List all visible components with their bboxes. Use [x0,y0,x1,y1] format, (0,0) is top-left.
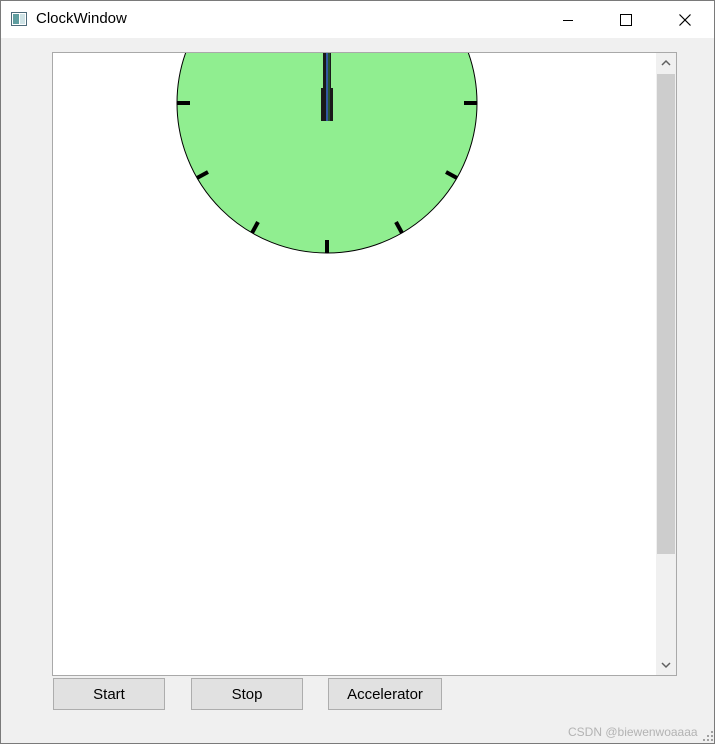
maximize-button[interactable] [597,1,655,38]
scroll-down-button[interactable] [656,655,676,675]
clock-canvas [176,53,478,254]
title-bar[interactable]: ClockWindow [1,1,714,38]
close-button[interactable] [656,1,714,38]
watermark-text: CSDN @biewenwoaaaa [568,725,698,739]
clock-scroll-area[interactable] [52,52,677,676]
scroll-up-button[interactable] [656,53,676,73]
clock-window: ClockWindow Start Stop Accelerator CSDN … [0,0,715,744]
accelerator-button[interactable]: Accelerator [328,678,442,710]
vertical-scrollbar[interactable] [656,53,676,675]
chevron-up-icon [661,59,671,66]
resize-grip-icon[interactable] [702,730,714,742]
chevron-down-icon [661,662,671,669]
minimize-button[interactable] [539,1,597,38]
start-button[interactable]: Start [53,678,165,710]
app-icon [11,12,27,26]
close-icon [679,13,691,26]
window-title: ClockWindow [36,10,127,27]
maximize-icon [620,13,632,26]
stop-button[interactable]: Stop [191,678,303,710]
minimize-icon [563,19,573,21]
scroll-thumb[interactable] [657,74,675,554]
